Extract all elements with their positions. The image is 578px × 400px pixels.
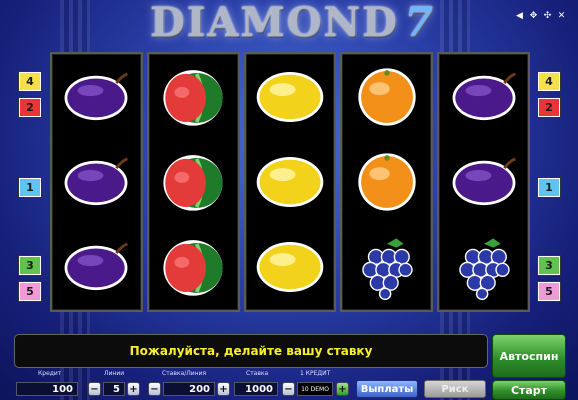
logo-text: DIAMOND <box>150 0 399 46</box>
right-line-1-button[interactable]: 1 <box>538 178 560 197</box>
bet-value: 1000 <box>234 382 278 396</box>
message-text: Пожалуйста, делайте вашу ставку <box>129 344 373 358</box>
reel-2 <box>146 52 240 312</box>
reel-1 <box>50 52 143 312</box>
plum-icon <box>57 147 135 217</box>
lemon-icon <box>251 147 329 217</box>
risk-button[interactable]: Риск <box>424 380 486 398</box>
lines-label: Линии <box>104 370 125 377</box>
credit-unit-label: 1 КРЕДИТ <box>300 370 331 377</box>
logo-seven: 7 <box>404 0 435 46</box>
reel-3 <box>243 52 337 312</box>
risk-label: Риск <box>441 383 469 395</box>
lemon-icon <box>251 62 329 132</box>
message-bar: Пожалуйста, делайте вашу ставку <box>14 334 488 368</box>
left-line-2-button[interactable]: 2 <box>19 98 41 117</box>
credit-label: Кредит <box>38 370 62 377</box>
game-logo: DIAMOND 7 <box>150 0 433 46</box>
reels-area <box>50 52 530 312</box>
payouts-button[interactable]: Выплаты <box>356 380 418 398</box>
autospin-label: Автоспин <box>499 349 559 363</box>
demo-plus-button[interactable]: + <box>336 382 349 396</box>
lines-value: 5 <box>103 382 125 396</box>
left-line-3-button[interactable]: 3 <box>19 256 41 275</box>
orange-icon <box>348 62 426 132</box>
watermelon-icon <box>154 147 232 217</box>
lines-minus-button[interactable]: − <box>88 382 101 396</box>
grapes-icon <box>348 232 426 302</box>
lemon-icon <box>251 232 329 302</box>
credit-value: 100 <box>16 382 78 396</box>
sound-icon[interactable]: ◀ <box>515 12 524 21</box>
plum-icon <box>57 62 135 132</box>
left-line-4-button[interactable]: 4 <box>19 72 41 91</box>
bet-per-line-minus-button[interactable]: − <box>148 382 161 396</box>
top-right-icons: ◀ ✥ ✣ ✕ <box>515 12 566 21</box>
close-icon[interactable]: ✕ <box>557 12 566 21</box>
demo-minus-button[interactable]: − <box>282 382 295 396</box>
right-line-2-button[interactable]: 2 <box>538 98 560 117</box>
bet-per-line-label: Ставка/Линия <box>162 370 207 377</box>
settings-icon[interactable]: ✣ <box>543 12 552 21</box>
start-button[interactable]: Старт <box>492 380 566 400</box>
fullscreen-icon[interactable]: ✥ <box>529 12 538 21</box>
watermelon-icon <box>154 232 232 302</box>
reel-4 <box>340 52 434 312</box>
watermelon-icon <box>154 62 232 132</box>
bet-per-line-value: 200 <box>163 382 215 396</box>
bet-label: Ставка <box>246 370 269 377</box>
bet-per-line-plus-button[interactable]: + <box>217 382 230 396</box>
right-line-4-button[interactable]: 4 <box>538 72 560 91</box>
demo-value: 10 DEMO <box>297 382 333 396</box>
right-line-3-button[interactable]: 3 <box>538 256 560 275</box>
plum-icon <box>57 232 135 302</box>
grapes-icon <box>445 232 523 302</box>
payouts-label: Выплаты <box>360 383 414 395</box>
reel-5 <box>437 52 530 312</box>
plum-icon <box>445 62 523 132</box>
orange-icon <box>348 147 426 217</box>
start-label: Старт <box>510 383 548 397</box>
right-line-5-button[interactable]: 5 <box>538 282 560 301</box>
control-panel: Кредит 100 Линии − 5 + Ставка/Линия − 20… <box>0 370 578 400</box>
plum-icon <box>445 147 523 217</box>
lines-plus-button[interactable]: + <box>127 382 140 396</box>
left-line-1-button[interactable]: 1 <box>19 178 41 197</box>
left-line-5-button[interactable]: 5 <box>19 282 41 301</box>
